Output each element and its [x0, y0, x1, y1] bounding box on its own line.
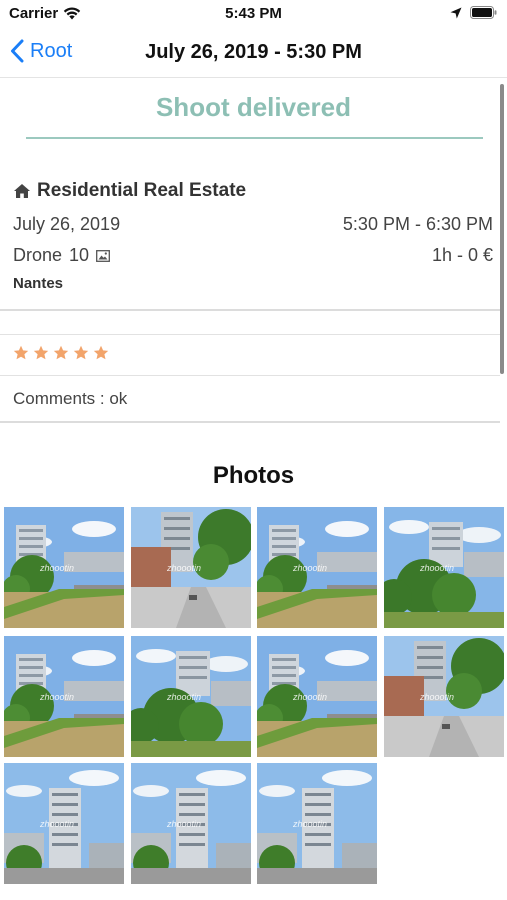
- home-icon: [14, 184, 30, 198]
- section-divider: [0, 375, 500, 376]
- status-right: [450, 6, 497, 19]
- star-icon: [13, 345, 29, 360]
- service-info: Drone 10: [13, 245, 111, 266]
- section-divider: [0, 334, 500, 335]
- photo-watermark: zhoootin: [40, 819, 75, 829]
- photos-title: Photos: [212, 462, 295, 489]
- photo-thumbnail[interactable]: zhoootin: [4, 763, 124, 884]
- photo-watermark: zhoootin: [293, 692, 328, 702]
- star-icon: [33, 345, 49, 360]
- photo-thumbnail[interactable]: zhoootin: [384, 507, 504, 628]
- scroll-indicator: [500, 84, 504, 374]
- photo-watermark: zhoootin: [293, 563, 328, 573]
- photo-watermark: zhoootin: [167, 692, 202, 702]
- status-time: 5:43 PM: [225, 5, 282, 22]
- photo-thumbnail[interactable]: zhoootin: [257, 636, 377, 757]
- star-icon: [53, 345, 69, 360]
- duration-price: 1h - 0 €: [431, 245, 493, 265]
- status-underline: [26, 137, 483, 139]
- star-icon: [73, 345, 89, 360]
- photo-thumbnail[interactable]: zhoootin: [4, 636, 124, 757]
- photo-count: 10: [69, 245, 90, 265]
- star-icon: [93, 345, 109, 360]
- photo-watermark: zhoootin: [40, 692, 75, 702]
- photo-thumbnail[interactable]: zhoootin: [131, 763, 251, 884]
- photo-watermark: zhoootin: [167, 819, 202, 829]
- status-bar: Carrier 5:43 PM: [0, 0, 507, 28]
- photo-watermark: zhoootin: [167, 563, 202, 573]
- photo-watermark: zhoootin: [40, 563, 75, 573]
- photo-thumbnail[interactable]: zhoootin: [131, 507, 251, 628]
- section-divider: [0, 309, 500, 311]
- navigation-bar: Root July 26, 2019 - 5:30 PM: [0, 28, 507, 78]
- nav-title: July 26, 2019 - 5:30 PM: [145, 41, 362, 63]
- section-divider: [0, 421, 500, 423]
- shoot-date: July 26, 2019: [13, 214, 121, 234]
- image-icon: [96, 249, 111, 262]
- photo-thumbnail[interactable]: zhoootin: [384, 636, 504, 757]
- shoot-type-label: Residential Real Estate: [37, 180, 247, 201]
- photo-watermark: zhoootin: [293, 819, 328, 829]
- shoot-status-title: Shoot delivered: [155, 92, 352, 122]
- shoot-city: Nantes: [13, 275, 64, 292]
- service-label: Drone: [13, 245, 63, 265]
- photo-watermark: zhoootin: [420, 563, 455, 573]
- shoot-time-range: 5:30 PM - 6:30 PM: [342, 214, 493, 234]
- comments-text: Comments : ok: [13, 389, 128, 408]
- shoot-type: Residential Real Estate: [13, 180, 246, 202]
- photo-thumbnail[interactable]: zhoootin: [131, 636, 251, 757]
- photo-thumbnail[interactable]: zhoootin: [4, 507, 124, 628]
- photo-thumbnail[interactable]: zhoootin: [257, 507, 377, 628]
- battery-icon: [470, 6, 497, 19]
- photo-thumbnail[interactable]: zhoootin: [257, 763, 377, 884]
- photo-watermark: zhoootin: [420, 692, 455, 702]
- location-arrow-icon: [450, 7, 462, 18]
- rating-stars: [13, 345, 109, 361]
